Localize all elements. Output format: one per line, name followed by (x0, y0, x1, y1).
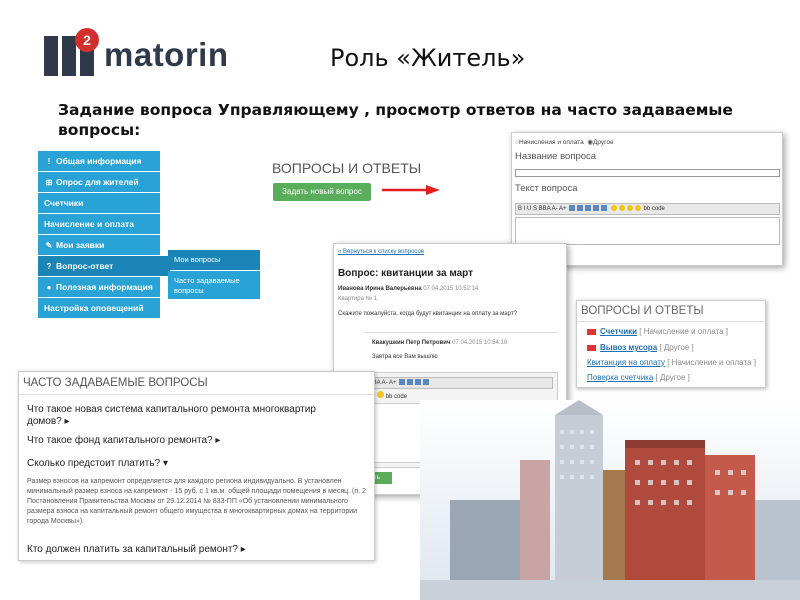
menu-item-qa[interactable]: ? Вопрос-ответ (38, 256, 170, 276)
menu-item-label: Опрос для жителей (56, 177, 139, 187)
reply-author: Квакушкин Петр Петрович 07.04.2015 10:54… (372, 340, 508, 346)
menu-item-label: Счетчики (44, 198, 84, 208)
slide-title: Роль «Житель» (330, 44, 526, 72)
edit-icon: ✎ (45, 241, 53, 250)
faq-question-1[interactable]: Что такое новая система капитального рем… (27, 404, 316, 428)
question-icon: ? (46, 262, 52, 271)
question-name-input[interactable] (515, 169, 780, 177)
question-name-label: Название вопроса (515, 151, 597, 162)
menu-item-my-requests[interactable]: ✎ Мои заявки (38, 235, 160, 255)
arrow-right-icon (382, 185, 440, 195)
buildings-illustration (420, 400, 800, 600)
menu-item-label: Полезная информация (56, 282, 153, 292)
menu-item-useful-info[interactable]: ● Полезная информация (38, 277, 160, 297)
apartment-number: Квартира № 1 (338, 296, 378, 302)
editor-toolbar[interactable]: B I U S BBA A- A+ bb code (515, 203, 780, 215)
sidebar-menu: ! Общая информация ⊞ Опрос для жителей Сче… (38, 151, 170, 319)
reply-date: 07.04.2015 10:54:10 (452, 340, 508, 346)
question-heading: Вопрос: квитанции за март (338, 268, 474, 279)
menu-item-notifications[interactable]: Настройка оповещений (38, 298, 160, 318)
reply-toolbar[interactable]: B I U S BBA A- A+ (345, 377, 553, 389)
menu-item-label: Настройка оповещений (44, 303, 144, 313)
qa-title: ВОПРОСЫ И ОТВЕТЫ (272, 160, 422, 176)
unread-mail-icon (587, 328, 596, 335)
menu-item-label: Вопрос-ответ (56, 261, 114, 271)
menu-item-survey[interactable]: ⊞ Опрос для жителей (38, 172, 160, 192)
question-date: 07.04.2015 10:52:14 (423, 286, 479, 292)
question-category: [ Начисление и оплата ] (667, 358, 756, 367)
question-text: Скажите пожалуйста, когда будут квитанци… (338, 311, 517, 317)
menu-item-meters[interactable]: Счетчики (38, 193, 160, 213)
menu-item-label: Мои заявки (56, 240, 105, 250)
faq-answer: Размер взносов на капремонт определяется… (27, 478, 366, 525)
question-category: [ Другое ] (655, 373, 690, 382)
list-item: Квитанция на оплату [ Начисление и оплат… (587, 358, 756, 367)
logo-mark-text: 2 (83, 32, 91, 48)
question-link[interactable]: Вывоз мусора (600, 343, 657, 352)
question-text-area[interactable] (515, 217, 780, 245)
info-icon: ! (47, 157, 51, 166)
caret-down-icon: ▾ (162, 458, 168, 469)
question-link[interactable]: Квитанция на оплату (587, 358, 665, 367)
question-category: [ Другое ] (659, 343, 694, 352)
faq-question-4[interactable]: Кто должен платить за капитальный ремонт… (27, 544, 246, 556)
location-icon: ● (46, 283, 52, 292)
radio-billing[interactable]: ○Начисления и оплата (515, 139, 584, 146)
menu-item-label: Начисление и оплата (44, 219, 134, 229)
survey-icon: ⊞ (45, 178, 53, 187)
caret-right-icon: ▸ (64, 416, 70, 427)
question-link[interactable]: Поверка счетчика (587, 373, 653, 382)
back-to-list-link[interactable]: « Вернуться к списку вопросов (338, 249, 424, 255)
caret-right-icon: ▸ (240, 544, 246, 555)
caret-right-icon: ▸ (215, 435, 221, 446)
matorin-logo-icon: 2 (44, 28, 99, 76)
reply-text: Завтра все Вам вышлю (372, 354, 438, 360)
question-text-label: Текст вопроса (515, 183, 578, 194)
menu-item-billing[interactable]: Начисление и оплата (38, 214, 160, 234)
question-subject: квитанции за март (381, 268, 474, 279)
submenu: Мои вопросы Часто задаваемые вопросы (168, 250, 260, 300)
question-author: Иванова Ирина Валерьевна 07.04.2015 10:5… (338, 286, 479, 292)
logo-text: matorin (104, 36, 229, 73)
ask-question-button[interactable]: Задать новый вопрос (273, 183, 371, 201)
reply-divider (364, 332, 558, 333)
menu-item-general-info[interactable]: ! Общая информация (38, 151, 160, 171)
list-item: Счетчики [ Начисление и оплата ] (587, 327, 728, 336)
faq-question-3[interactable]: Сколько предстоит платить? ▾ (27, 458, 168, 470)
submenu-faq[interactable]: Часто задаваемые вопросы (168, 271, 260, 299)
matorin-logo: 2 matorin (44, 26, 229, 78)
questions-list-title: ВОПРОСЫ И ОТВЕТЫ (581, 305, 704, 317)
question-link[interactable]: Счетчики (600, 327, 637, 336)
question-category: [ Начисление и оплата ] (639, 327, 728, 336)
faq-panel: ЧАСТО ЗАДАВАЕМЫЕ ВОПРОСЫ Что такое новая… (18, 371, 375, 561)
unread-mail-icon (587, 344, 596, 351)
radio-other[interactable]: ◉Другое (587, 139, 613, 146)
faq-title: ЧАСТО ЗАДАВАЕМЫЕ ВОПРОСЫ (23, 377, 208, 389)
toolbar-buttons: B I U S BBA A- A+ (518, 206, 567, 212)
bbcode-label: bb code (643, 206, 665, 212)
faq-question-2[interactable]: Что такое фонд капитального ремонта? ▸ (27, 435, 220, 447)
bbcode-label: bb code (385, 394, 408, 400)
questions-list-panel: ВОПРОСЫ И ОТВЕТЫ Счетчики [ Начисление и… (576, 300, 766, 388)
category-radios: ○Начисления и оплата ◉Другое (515, 138, 614, 146)
list-item: Вывоз мусора [ Другое ] (587, 343, 694, 352)
list-item: Поверка счетчика [ Другое ] (587, 373, 690, 382)
menu-item-label: Общая информация (56, 156, 142, 166)
submenu-my-questions[interactable]: Мои вопросы (168, 250, 260, 270)
